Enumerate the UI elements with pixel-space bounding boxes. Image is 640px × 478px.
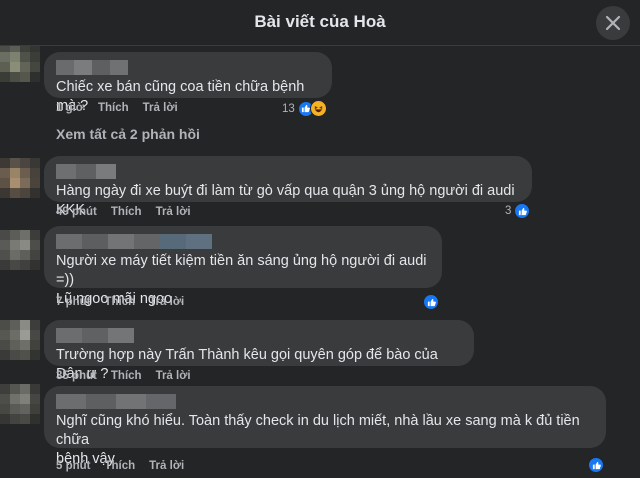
comment-time[interactable]: 1 giờ [56, 102, 84, 114]
like-icon [514, 203, 531, 219]
comment-time[interactable]: 7 phút [56, 296, 91, 308]
dialog-title: Bài viết của Hoà [254, 12, 386, 31]
dialog-header: Bài viết của Hoà [0, 0, 640, 46]
like-icon [588, 457, 604, 473]
comment-bubble: Chiếc xe bán cũng coa tiền chữa bệnh mà … [44, 52, 332, 114]
close-button[interactable] [596, 6, 630, 40]
comments-list: Chiếc xe bán cũng coa tiền chữa bệnh mà … [0, 46, 640, 478]
avatar[interactable] [0, 320, 40, 360]
reply-button[interactable]: Trả lời [143, 102, 178, 114]
comment-time[interactable]: 35 phút [56, 370, 97, 382]
comment-text: Người xe máy tiết kiệm tiền ăn sáng ủng … [56, 253, 427, 288]
comment-text: Nghĩ cũng khó hiểu. Toàn thấy check in d… [56, 413, 580, 448]
view-replies-link[interactable]: Xem tất cả 2 phản hồi [56, 126, 200, 142]
reaction-summary[interactable]: 3 [505, 203, 531, 219]
avatar[interactable] [0, 384, 40, 424]
like-button[interactable]: Thích [105, 296, 136, 308]
reaction-summary[interactable]: 13 [282, 100, 327, 117]
reply-button[interactable]: Trả lời [156, 206, 191, 218]
avatar[interactable] [0, 158, 40, 198]
close-icon [605, 15, 621, 31]
like-button[interactable]: Thích [111, 206, 142, 218]
comment-bubble: Hàng ngày đi xe buýt đi làm từ gò vấp qu… [44, 156, 532, 218]
avatar[interactable] [0, 230, 40, 270]
comment-time[interactable]: 5 phút [56, 460, 91, 472]
reply-button[interactable]: Trả lời [156, 370, 191, 382]
commenter-name-blurred[interactable] [56, 394, 594, 409]
reply-button[interactable]: Trả lời [149, 296, 184, 308]
commenter-name-blurred[interactable] [56, 164, 520, 179]
comment-bubble: Người xe máy tiết kiệm tiền ăn sáng ủng … [44, 226, 442, 307]
reaction-count: 13 [282, 102, 295, 115]
comment-time[interactable]: 49 phút [56, 206, 97, 218]
like-icon [423, 294, 439, 310]
commenter-name-blurred[interactable] [56, 60, 320, 75]
like-button[interactable]: Thích [98, 102, 129, 114]
comment-bubble: Trường hợp này Trấn Thành kêu gọi quyên … [44, 320, 474, 382]
reaction-summary[interactable] [423, 294, 439, 310]
commenter-name-blurred[interactable] [56, 234, 430, 249]
avatar[interactable] [0, 46, 40, 82]
reply-button[interactable]: Trả lời [149, 460, 184, 472]
reaction-summary[interactable] [588, 457, 604, 473]
like-button[interactable]: Thích [111, 370, 142, 382]
haha-icon [309, 100, 327, 117]
reaction-count: 3 [505, 205, 512, 217]
commenter-name-blurred[interactable] [56, 328, 462, 343]
like-button[interactable]: Thích [105, 460, 136, 472]
comment-bubble: Nghĩ cũng khó hiểu. Toàn thấy check in d… [44, 386, 606, 467]
